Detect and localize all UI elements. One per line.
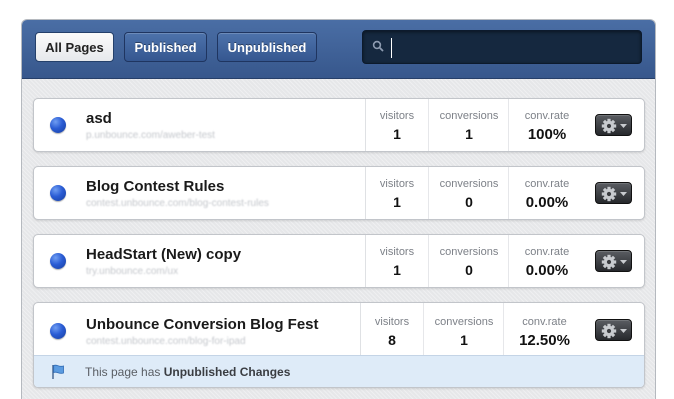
conversions-label: conversions: [439, 246, 499, 258]
conversions-label: conversions: [439, 178, 499, 190]
caret-down-icon: [620, 329, 627, 333]
page-url[interactable]: contest.unbounce.com/blog-for-ipad: [86, 336, 246, 347]
conv-rate-label: conv.rate: [522, 316, 567, 328]
page-stats: visitors 1 conversions 0 conv.rate 0.00%: [365, 167, 584, 219]
page-url[interactable]: contest.unbounce.com/blog-contest-rules: [86, 198, 269, 209]
visitors-value: 1: [393, 194, 401, 210]
conversions-stat: conversions 0: [428, 235, 509, 287]
conv-rate-label: conv.rate: [524, 246, 570, 258]
conv-rate-label: conv.rate: [524, 110, 570, 122]
visitors-stat: visitors 1: [366, 167, 428, 219]
conv-rate-label: conv.rate: [524, 178, 570, 190]
page-card[interactable]: Unbounce Conversion Blog Fest contest.un…: [33, 302, 645, 388]
page-settings-button[interactable]: [595, 250, 632, 272]
unpublished-changes-notice: This page has Unpublished Changes: [34, 355, 644, 387]
page-card[interactable]: HeadStart (New) copy try.unbounce.com/ux…: [33, 234, 645, 288]
notice-message: This page has Unpublished Changes: [85, 365, 290, 379]
status-dot-icon: [50, 185, 66, 201]
conv-rate-value: 0.00%: [525, 194, 569, 211]
visitors-stat: visitors 8: [361, 303, 423, 355]
page-stats: visitors 1 conversions 1 conv.rate 100%: [365, 99, 584, 151]
visitors-value: 1: [393, 262, 401, 278]
caret-down-icon: [620, 192, 627, 196]
conversions-label: conversions: [439, 110, 499, 122]
conversions-stat: conversions 1: [428, 99, 509, 151]
gear-icon: [601, 118, 617, 134]
tab-all-pages[interactable]: All Pages: [35, 32, 114, 62]
tab-unpublished[interactable]: Unpublished: [217, 32, 317, 62]
caret-down-icon: [620, 260, 627, 264]
conversions-stat: conversions 1: [423, 303, 504, 355]
conv-rate-stat: conv.rate 0.00%: [508, 235, 585, 287]
visitors-label: visitors: [379, 178, 415, 190]
search-input[interactable]: [391, 38, 637, 58]
conv-rate-value: 0.00%: [525, 262, 569, 279]
page-settings-button[interactable]: [595, 319, 632, 341]
visitors-value: 8: [388, 332, 396, 348]
gear-icon: [601, 254, 617, 270]
conv-rate-stat: conv.rate 100%: [508, 99, 585, 151]
notice-prefix: This page has: [85, 365, 164, 379]
search-icon: [372, 40, 384, 52]
conversions-value: 0: [465, 262, 473, 278]
page-card[interactable]: asd p.unbounce.com/aweber-test visitors …: [33, 98, 645, 152]
page-title[interactable]: Unbounce Conversion Blog Fest: [86, 316, 319, 333]
visitors-label: visitors: [379, 246, 415, 258]
page-title[interactable]: asd: [86, 110, 112, 127]
conversions-value: 1: [465, 126, 473, 142]
status-dot-icon: [50, 323, 66, 339]
conversions-stat: conversions 0: [428, 167, 509, 219]
page-url[interactable]: p.unbounce.com/aweber-test: [86, 130, 215, 141]
pages-panel: All Pages Published Unpublished asd p.un…: [21, 19, 656, 399]
conv-rate-value: 100%: [527, 126, 567, 143]
visitors-stat: visitors 1: [366, 235, 428, 287]
conversions-value: 1: [460, 332, 468, 348]
status-dot-icon: [50, 117, 66, 133]
conv-rate-value: 12.50%: [519, 332, 570, 349]
tab-published[interactable]: Published: [124, 32, 207, 62]
gear-icon: [601, 186, 617, 202]
visitors-label: visitors: [379, 110, 415, 122]
notice-emphasis[interactable]: Unpublished Changes: [164, 365, 291, 379]
status-dot-icon: [50, 253, 66, 269]
conversions-value: 0: [465, 194, 473, 210]
page-stats: visitors 8 conversions 1 conv.rate 12.50…: [360, 303, 584, 355]
page-settings-button[interactable]: [595, 182, 632, 204]
conv-rate-stat: conv.rate 12.50%: [503, 303, 585, 355]
page-title[interactable]: HeadStart (New) copy: [86, 246, 241, 263]
page-card[interactable]: Blog Contest Rules contest.unbounce.com/…: [33, 166, 645, 220]
flag-icon: [52, 364, 64, 379]
page-url[interactable]: try.unbounce.com/ux: [86, 266, 178, 277]
page-title[interactable]: Blog Contest Rules: [86, 178, 224, 195]
page-stats: visitors 1 conversions 0 conv.rate 0.00%: [365, 235, 584, 287]
conversions-label: conversions: [434, 316, 494, 328]
caret-down-icon: [620, 124, 627, 128]
visitors-label: visitors: [374, 316, 410, 328]
visitors-stat: visitors 1: [366, 99, 428, 151]
conv-rate-stat: conv.rate 0.00%: [508, 167, 585, 219]
gear-icon: [601, 323, 617, 339]
visitors-value: 1: [393, 126, 401, 142]
search-box[interactable]: [362, 30, 642, 64]
filter-toolbar: All Pages Published Unpublished: [22, 20, 655, 79]
page-settings-button[interactable]: [595, 114, 632, 136]
